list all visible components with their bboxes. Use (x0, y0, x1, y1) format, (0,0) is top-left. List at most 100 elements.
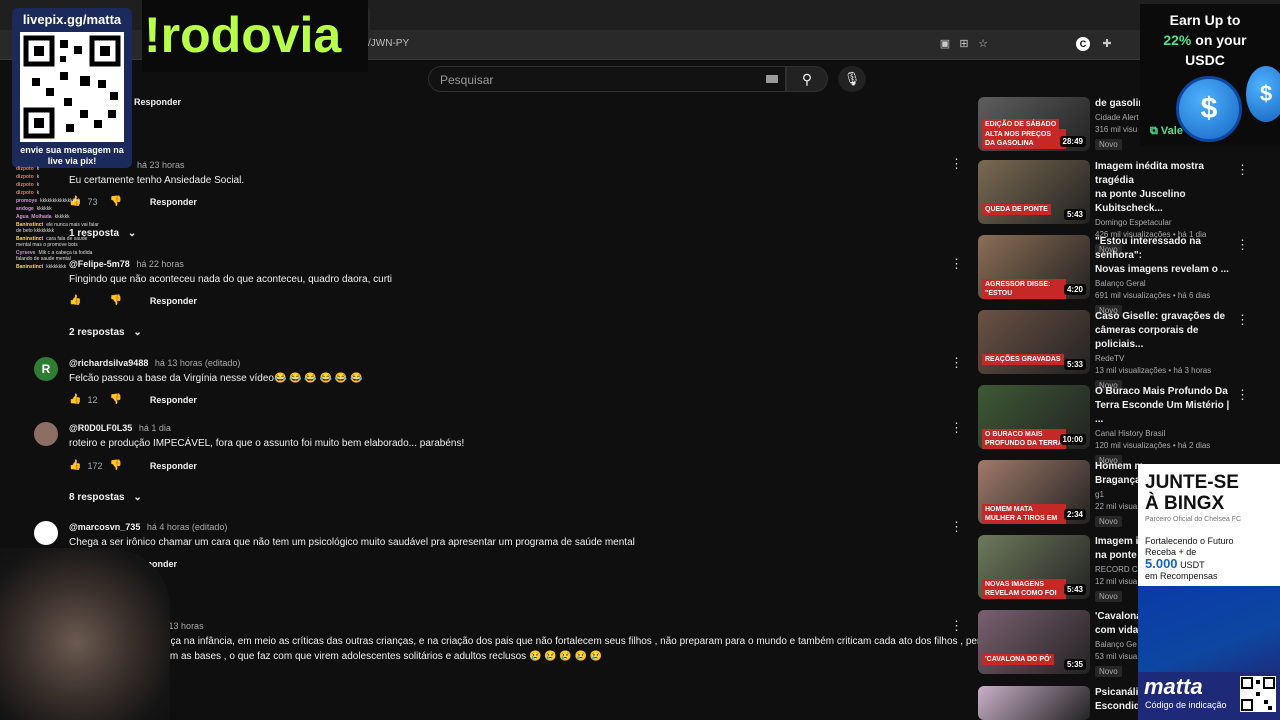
related-video-item[interactable]: AGRESSOR DISSE: "ESTOU INTERESSADO NA SE… (978, 235, 1249, 316)
reply-button[interactable]: Responder (150, 395, 197, 405)
video-title-line[interactable]: Terra Esconde Um Mistério | ... (1095, 399, 1235, 427)
reply-button[interactable]: Responder (150, 197, 197, 207)
comment-author[interactable]: @marcosvn_735 (69, 522, 140, 532)
reply-button[interactable]: Responder (150, 461, 197, 471)
new-badge: Novo (1095, 591, 1122, 602)
comment-menu-icon[interactable]: ⋮ (950, 519, 963, 535)
video-menu-icon[interactable]: ⋮ (1236, 312, 1249, 328)
chat-message: andoge kkkkkk (16, 206, 102, 212)
video-thumbnail[interactable]: REAÇÕES GRAVADAS 5:33 (978, 310, 1090, 374)
dislike-icon[interactable]: 👎 (109, 295, 121, 306)
bingx-body: Fortalecendo o Futuro Receba + de 5.000 … (1145, 536, 1234, 582)
comment-menu-icon[interactable]: ⋮ (950, 156, 963, 172)
install-icon[interactable]: ⊞ (957, 37, 971, 51)
replies-toggle[interactable]: 2 respostas ⌄ (69, 327, 142, 338)
video-menu-icon[interactable]: ⋮ (1236, 237, 1249, 253)
bingx-title-line1: JUNTE-SE (1145, 472, 1239, 493)
comment-menu-icon[interactable]: ⋮ (950, 256, 963, 272)
chevron-down-icon: ⌄ (133, 492, 142, 503)
video-thumbnail[interactable]: HOMEM MATA MULHER A TIROS EM BRAGANÇA PA… (978, 460, 1090, 524)
video-menu-icon[interactable]: ⋮ (1236, 162, 1249, 178)
like-icon[interactable]: 👍 (69, 394, 81, 405)
chat-message: dizpoto k (16, 182, 102, 188)
chat-text: k (36, 174, 40, 180)
usdc-line2: on your (1195, 32, 1247, 48)
extension-c-icon[interactable]: C (1076, 37, 1090, 51)
bingx-brand: matta (1144, 674, 1203, 699)
dislike-icon[interactable]: 👎 (109, 460, 121, 471)
thumbnail-caption: AGRESSOR DISSE: "ESTOU INTERESSADO NA SE… (982, 279, 1066, 299)
url-text[interactable]: /JWN-PY (368, 38, 409, 49)
dislike-icon[interactable]: 👎 (109, 196, 121, 207)
related-video-item[interactable]: HOMEM MATA MULHER A TIROS EM BRAGANÇA PA… (978, 460, 1143, 527)
video-channel[interactable]: Balanço Geral (1095, 279, 1235, 288)
extension-puzzle-icon[interactable]: ✚ (1100, 37, 1114, 51)
avatar[interactable] (34, 422, 58, 446)
comment-header: @R0D0LF0L35 há 1 dia (69, 423, 171, 433)
new-badge: Novo (1095, 666, 1122, 677)
avatar[interactable]: R (34, 357, 58, 381)
comment-menu-icon[interactable]: ⋮ (950, 355, 963, 371)
chat-username: dizpoto (16, 174, 34, 180)
keyboard-icon[interactable] (766, 75, 778, 83)
video-title-line[interactable]: O Buraco Mais Profundo Da (1095, 385, 1235, 399)
related-video-item[interactable]: EDIÇÃO DE SÁBADO ALTA NOS PREÇOS DA GASOL… (978, 97, 1144, 151)
like-icon[interactable]: 👍 (69, 295, 81, 306)
chat-text: kkkkkkkk (46, 264, 67, 270)
video-info[interactable]: O Buraco Mais Profundo Da Terra Esconde U… (1095, 385, 1235, 468)
related-video-item[interactable]: NOVAS IMAGENS REVELAM COMO FOI A QUEDA D… (978, 535, 1143, 602)
comment-menu-icon[interactable]: ⋮ (950, 420, 963, 436)
video-thumbnail[interactable]: AGRESSOR DISSE: "ESTOU INTERESSADO NA SE… (978, 235, 1090, 299)
reply-button[interactable]: Responder (134, 97, 181, 107)
thumbnail-caption: O BURACO MAIS PROFUNDO DA TERRA (982, 429, 1066, 449)
like-count: 12 (87, 394, 98, 405)
video-info[interactable]: "Estou interessado na senhora": Novas ima… (1095, 235, 1235, 318)
related-video-item[interactable]: O BURACO MAIS PROFUNDO DA TERRA 10:00 O Bu… (978, 385, 1249, 466)
related-video-item[interactable]: QUEDA DE PONTE 5:43 Imagem inédita mostra … (978, 160, 1249, 255)
comment-menu-icon[interactable]: ⋮ (950, 618, 963, 634)
related-video-item[interactable]: REAÇÕES GRAVADAS 5:33 Caso Giselle: gravaç… (978, 310, 1249, 391)
video-thumbnail[interactable] (978, 686, 1090, 720)
video-duration: 2:34 (1063, 509, 1086, 520)
video-duration: 5:33 (1063, 359, 1086, 370)
reply-button[interactable]: Responder (150, 296, 197, 306)
comment-author[interactable]: @R0D0LF0L35 (69, 423, 132, 433)
video-thumbnail[interactable]: O BURACO MAIS PROFUNDO DA TERRA 10:00 (978, 385, 1090, 449)
new-badge: Novo (1095, 516, 1122, 527)
video-info[interactable]: Caso Giselle: gravações de câmeras corpor… (1095, 310, 1235, 393)
voice-search-button[interactable]: 🎙 (838, 66, 866, 92)
avatar[interactable] (34, 521, 58, 545)
comment-author[interactable]: @richardsilva9488 (69, 358, 148, 368)
video-duration: 4:20 (1063, 284, 1086, 295)
video-menu-icon[interactable]: ⋮ (1236, 387, 1249, 403)
related-video-item[interactable]: Psicanális Escondida (978, 686, 1146, 720)
video-thumbnail[interactable]: NOVAS IMAGENS REVELAM COMO FOI A QUEDA D… (978, 535, 1090, 599)
bingx-title-line2: À BINGX (1145, 493, 1225, 514)
video-title-line[interactable]: Novas imagens revelam o ... (1095, 263, 1235, 277)
dislike-icon[interactable]: 👎 (109, 394, 121, 405)
like-icon[interactable]: 👍 (69, 460, 81, 471)
replies-toggle[interactable]: 8 respostas ⌄ (69, 492, 142, 503)
replies-count: 2 respostas (69, 327, 125, 338)
translate-icon[interactable]: ▣ (938, 37, 952, 51)
bookmark-star-icon[interactable]: ☆ (976, 37, 990, 51)
search-button[interactable]: ⚲ (786, 66, 828, 92)
chat-message: Baninstinct cara fala de saude mental mas… (16, 236, 102, 248)
video-thumbnail[interactable]: QUEDA DE PONTE 5:43 (978, 160, 1090, 224)
video-channel[interactable]: RedeTV (1095, 354, 1235, 363)
usdc-vale-label: ⧉ Vale (1150, 125, 1183, 137)
video-channel[interactable]: Domingo Espetacular (1095, 218, 1235, 227)
video-title-line[interactable]: câmeras corporais de policiais... (1095, 324, 1235, 352)
video-thumbnail[interactable]: 'CAVALONA DO PÓ' 5:35 (978, 610, 1090, 674)
chat-username: dizpoto (16, 190, 34, 196)
video-title-line[interactable]: Caso Giselle: gravações de (1095, 310, 1235, 324)
video-title-line[interactable]: Imagem inédita mostra tragédia (1095, 160, 1235, 188)
video-title-line[interactable]: na ponte Juscelino Kubitscheck... (1095, 188, 1235, 216)
livepix-url: livepix.gg/matta (22, 12, 122, 27)
usdc-rate: 22% (1163, 32, 1192, 48)
video-thumbnail[interactable]: EDIÇÃO DE SÁBADO ALTA NOS PREÇOS DA GASOL… (978, 97, 1090, 151)
video-title-line[interactable]: "Estou interessado na senhora": (1095, 235, 1235, 263)
related-video-item[interactable]: 'CAVALONA DO PÓ' 5:35 'Cavalona com vida Bal… (978, 610, 1142, 677)
video-channel[interactable]: Canal History Brasil (1095, 429, 1235, 438)
bingx-code-label: Código de indicação (1145, 700, 1227, 710)
